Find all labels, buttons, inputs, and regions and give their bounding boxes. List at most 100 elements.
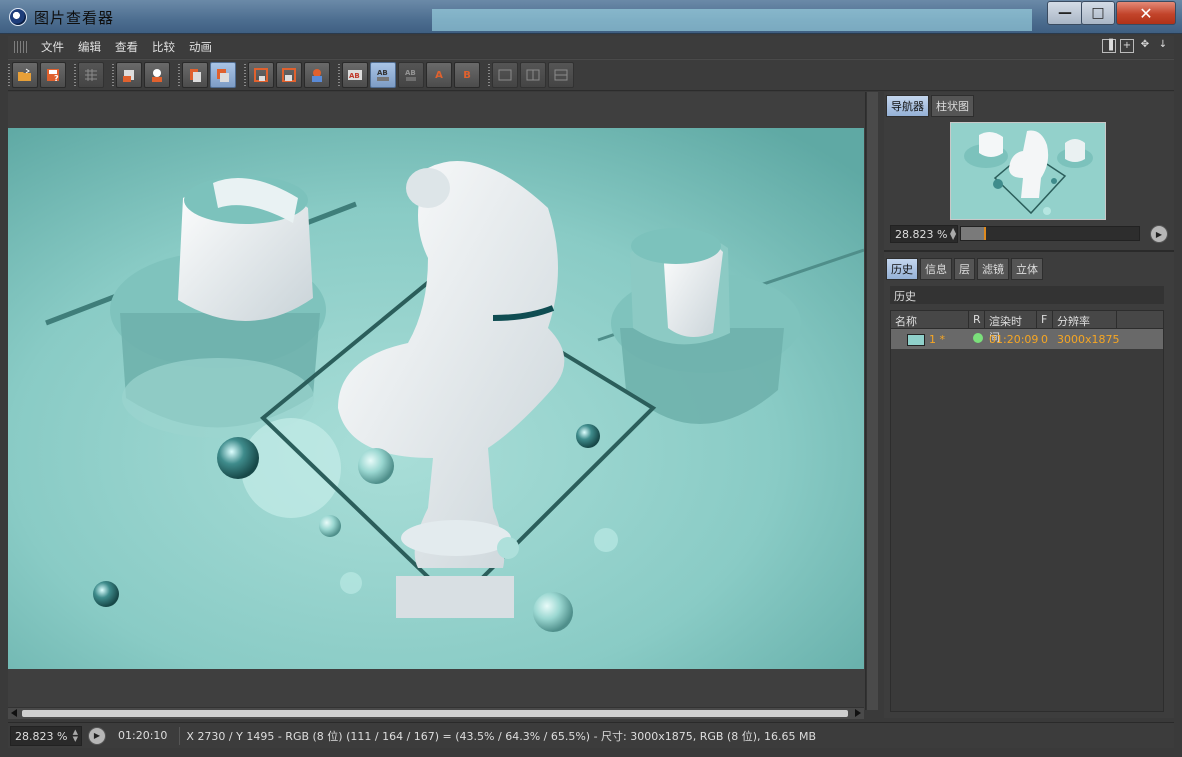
grid-icon (85, 69, 97, 81)
navigator-thumbnail[interactable] (950, 122, 1106, 220)
history-tabs: 历史 信息 层 滤镜 立体 (886, 258, 1043, 280)
side-panel: 导航器 柱状图 28.823 % ▲ ▼ ▶ 历史 信息 层 滤镜 立体 历史 … (884, 92, 1174, 718)
history-row-thumbnail (907, 333, 925, 346)
channel-button-1[interactable] (248, 62, 274, 88)
compare-ab-swap-button[interactable]: AB (398, 62, 424, 88)
status-zoom-value: 28.823 % (15, 729, 68, 743)
scroll-left-icon[interactable] (11, 709, 17, 717)
stereo-button-3[interactable] (548, 62, 574, 88)
open-file-button[interactable] (12, 62, 38, 88)
svg-text:AB: AB (377, 69, 388, 77)
panel-divider[interactable] (884, 250, 1174, 252)
history-table-header: 名称 R 渲染时间 F 分辨率 (891, 311, 1163, 344)
zoom-slider-knob[interactable] (984, 227, 987, 240)
navigator-zoom-field[interactable]: 28.823 % (890, 225, 958, 243)
set-a-label: A (435, 69, 443, 81)
history-row-status (969, 332, 985, 346)
copy-button[interactable] (182, 62, 208, 88)
tab-filters[interactable]: 滤镜 (977, 258, 1009, 280)
ab-split-icon: AB (348, 70, 362, 80)
status-zoom-spinner-icon[interactable]: ▲ ▼ (73, 728, 78, 743)
minimize-button[interactable]: — (1047, 1, 1083, 25)
layers-icon (312, 69, 322, 82)
render-image (8, 128, 864, 669)
dock-panel-icon[interactable]: ↓ (1156, 39, 1170, 53)
vertical-scrollbar[interactable] (866, 92, 878, 710)
status-zoom-field[interactable]: 28.823 % ▲ ▼ (10, 725, 82, 746)
save-icon: ? (47, 69, 59, 83)
column-header-r[interactable]: R (969, 311, 985, 328)
history-row-name-cell: 1 * (891, 333, 969, 346)
tab-layers[interactable]: 层 (954, 258, 975, 280)
compare-ab-button[interactable]: AB (342, 62, 368, 88)
compare-ab-stacked-button[interactable]: AB (370, 62, 396, 88)
app-icon (9, 8, 27, 26)
history-row-resolution: 3000x1875 (1057, 332, 1120, 346)
ab-swap-icon: AB (405, 69, 416, 81)
svg-text:?: ? (54, 74, 59, 83)
status-render-time: 01:20:10 (118, 729, 168, 742)
menu-grip-icon (14, 41, 28, 53)
history-row[interactable]: 1 * 01:20:09 0 3000x1875 (891, 329, 1163, 349)
column-header-render-time[interactable]: 渲染时间 (985, 311, 1037, 344)
clone-icon (217, 69, 229, 82)
navigator-tabs: 导航器 柱状图 (886, 95, 974, 117)
status-bar: 28.823 % ▲ ▼ ▶ 01:20:10 X 2730 / Y 1495 -… (8, 722, 1174, 748)
stereo-button-1[interactable] (492, 62, 518, 88)
zoom-slider[interactable] (960, 226, 1140, 241)
status-separator (179, 726, 181, 745)
window-title: 图片查看器 (34, 9, 115, 27)
tab-histogram[interactable]: 柱状图 (931, 95, 974, 117)
tab-info[interactable]: 信息 (920, 258, 952, 280)
new-panel-icon[interactable]: + (1120, 39, 1134, 53)
horizontal-scrollbar[interactable] (8, 707, 864, 719)
close-button[interactable]: ✕ (1116, 1, 1176, 25)
image-frame-icon (254, 68, 268, 82)
zoom-spinner-icon[interactable]: ▲ ▼ (950, 227, 956, 241)
scroll-right-icon[interactable] (855, 709, 861, 717)
panel-layout-icon[interactable]: ▐ (1102, 39, 1116, 53)
menu-compare[interactable]: 比较 (145, 39, 182, 55)
history-table: 名称 R 渲染时间 F 分辨率 1 * 01:20:09 0 3000x1875 (890, 310, 1164, 712)
toolbar: ? AB AB AB A B (8, 59, 1174, 91)
status-pixel-info: X 2730 / Y 1495 - RGB (8 位) (111 / 164 /… (186, 729, 817, 743)
history-row-name: 1 * (929, 332, 945, 346)
copy-icon (190, 69, 201, 82)
tab-history[interactable]: 历史 (886, 258, 918, 280)
channel-button-3[interactable] (304, 62, 330, 88)
tab-navigator[interactable]: 导航器 (886, 95, 929, 117)
column-header-resolution[interactable]: 分辨率 (1053, 311, 1117, 328)
column-header-name[interactable]: 名称 (891, 311, 969, 328)
scrollbar-thumb[interactable] (22, 710, 848, 717)
title-bar: 图片查看器 — □ ✕ (0, 0, 1182, 34)
menu-file[interactable]: 文件 (34, 39, 71, 55)
set-b-button[interactable]: B (454, 62, 480, 88)
save-as-button[interactable]: ? (40, 62, 66, 88)
maximize-button[interactable]: □ (1081, 1, 1115, 25)
tab-stereo[interactable]: 立体 (1011, 258, 1043, 280)
zoom-button[interactable] (144, 62, 170, 88)
history-section-title: 历史 (890, 286, 1164, 304)
zoom-menu-button[interactable]: ▶ (1150, 225, 1168, 243)
image-viewport[interactable] (8, 92, 866, 710)
stereo-icon (498, 69, 512, 81)
menu-edit[interactable]: 编辑 (71, 39, 108, 55)
status-menu-button[interactable]: ▶ (88, 726, 106, 745)
grid-button[interactable] (78, 62, 104, 88)
image-frame-icon (282, 68, 296, 82)
crop-button[interactable] (116, 62, 142, 88)
render-status-icon (973, 332, 983, 343)
channel-button-2[interactable] (276, 62, 302, 88)
set-a-button[interactable]: A (426, 62, 452, 88)
open-folder-icon (18, 68, 31, 81)
menu-view[interactable]: 查看 (108, 39, 145, 55)
column-header-frame[interactable]: F (1037, 311, 1053, 328)
clone-button[interactable] (210, 62, 236, 88)
menu-bar: 文件 编辑 查看 比较 动画 ▐ + ✥ ↓ (8, 36, 1174, 58)
menu-animation[interactable]: 动画 (182, 39, 219, 55)
svg-text:AB: AB (405, 69, 416, 77)
set-b-label: B (463, 69, 471, 81)
move-panel-icon[interactable]: ✥ (1138, 39, 1152, 53)
stereo-icon (554, 69, 568, 81)
stereo-button-2[interactable] (520, 62, 546, 88)
